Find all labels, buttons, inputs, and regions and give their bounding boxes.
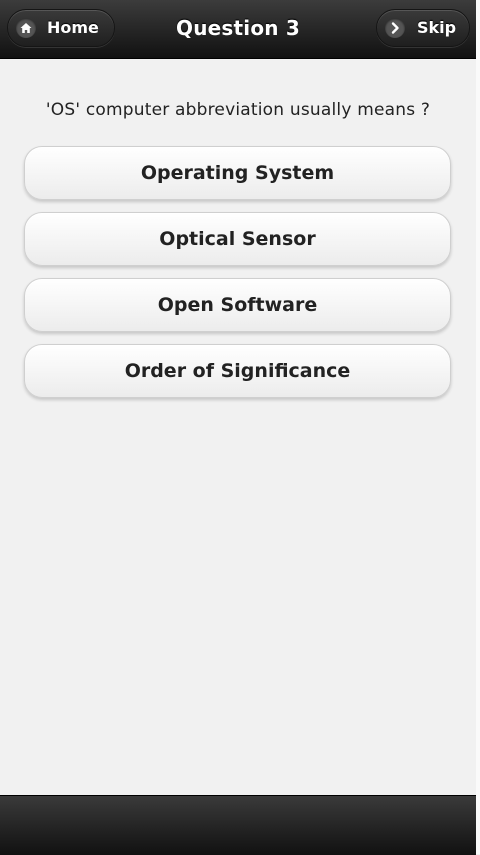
- answer-list: Operating System Optical Sensor Open Sof…: [24, 146, 451, 410]
- page-title: Question 3: [176, 16, 300, 40]
- skip-button[interactable]: Skip: [376, 9, 470, 47]
- question-text: 'OS' computer abbreviation usually means…: [45, 100, 431, 120]
- answer-button[interactable]: Operating System: [24, 146, 451, 200]
- skip-label: Skip: [417, 18, 457, 37]
- footer-bar: [0, 795, 476, 855]
- home-label: Home: [47, 18, 99, 37]
- answer-button[interactable]: Optical Sensor: [24, 212, 451, 266]
- app-screen: Home Question 3 Skip 'OS' computer abbre…: [0, 0, 480, 855]
- home-button[interactable]: Home: [7, 9, 115, 47]
- chevron-right-icon: [385, 18, 405, 38]
- home-icon: [16, 18, 36, 38]
- header-bar: Home Question 3 Skip: [0, 0, 476, 59]
- answer-button[interactable]: Order of Significance: [24, 344, 451, 398]
- answer-button[interactable]: Open Software: [24, 278, 451, 332]
